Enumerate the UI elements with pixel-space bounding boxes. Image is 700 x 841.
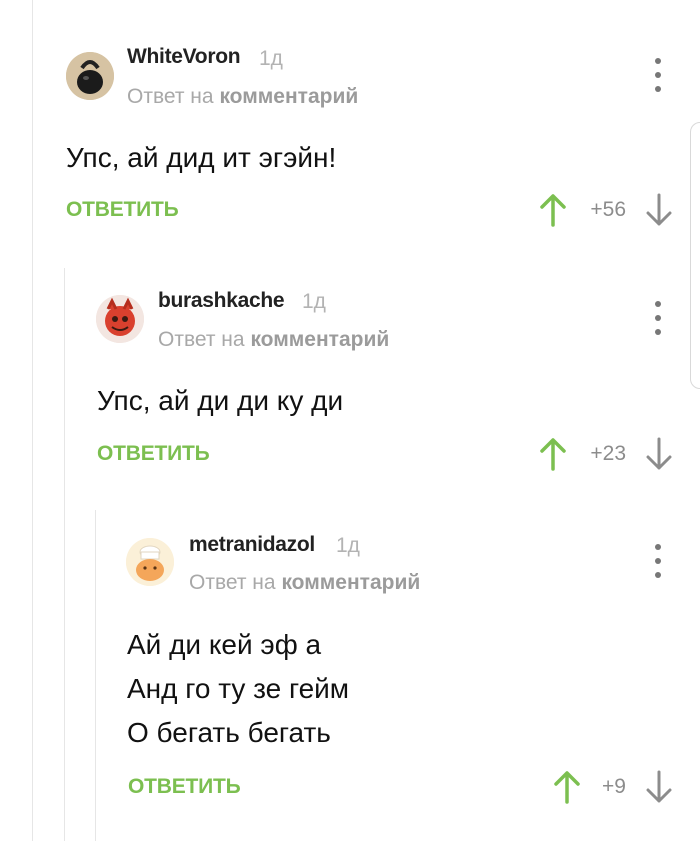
downvote-icon[interactable] [646,437,672,471]
reply-target-link[interactable]: комментарий [219,85,358,108]
comment-author[interactable]: WhiteVoron [127,45,241,69]
reply-to-line[interactable]: Ответ на комментарий [127,85,358,109]
red-creature-avatar[interactable] [96,295,144,343]
chef-avatar[interactable] [126,538,174,586]
reply-to-line[interactable]: Ответ на комментарий [189,571,420,595]
downvote-icon[interactable] [646,193,672,227]
upvote-icon[interactable] [540,193,566,227]
comment-time: 1д [336,534,360,557]
reply-target-link[interactable]: комментарий [281,571,420,594]
comment-time: 1д [259,47,283,70]
comment-text: Упс, ай ди ди ку ди [97,379,343,423]
comment-line: Ай ди кей эф а [127,629,322,660]
score-value: +23 [590,442,626,465]
comment-author[interactable]: burashkache [158,289,285,313]
comment-text: Упс, ай дид ит эгэйн! [66,136,336,180]
score-value: +9 [602,775,626,798]
comment-line: Упс, ай дид ит эгэйн! [66,142,337,173]
kettlebell-avatar[interactable] [66,52,114,100]
thread-line-level-0 [32,0,33,841]
comment-time: 1д [302,290,326,313]
comment-line: Упс, ай ди ди ку ди [97,385,344,416]
more-options-icon[interactable] [648,301,668,335]
score-value: +56 [590,198,626,221]
comment-author[interactable]: metranidazol [189,533,315,557]
reply-target-link[interactable]: комментарий [250,328,389,351]
reply-button[interactable]: ОТВЕТИТЬ [97,442,210,466]
comment-line: Анд го ту зе гейм [127,673,350,704]
more-options-icon[interactable] [648,58,668,92]
thread-line-level-1 [64,268,65,841]
reply-prefix: Ответ на [127,85,214,108]
reply-prefix: Ответ на [158,328,245,351]
comment-line: О бегать бегать [127,717,331,748]
downvote-icon[interactable] [646,770,672,804]
comment-text: Ай ди кей эф а Анд го ту зе гейм О бегат… [127,623,349,755]
reply-button[interactable]: ОТВЕТИТЬ [66,198,179,222]
thread-line-level-2 [95,510,96,841]
reply-button[interactable]: ОТВЕТИТЬ [128,775,241,799]
more-options-icon[interactable] [648,544,668,578]
reply-to-line[interactable]: Ответ на комментарий [158,328,389,352]
scrollbar[interactable] [690,122,700,389]
upvote-icon[interactable] [540,437,566,471]
reply-prefix: Ответ на [189,571,276,594]
